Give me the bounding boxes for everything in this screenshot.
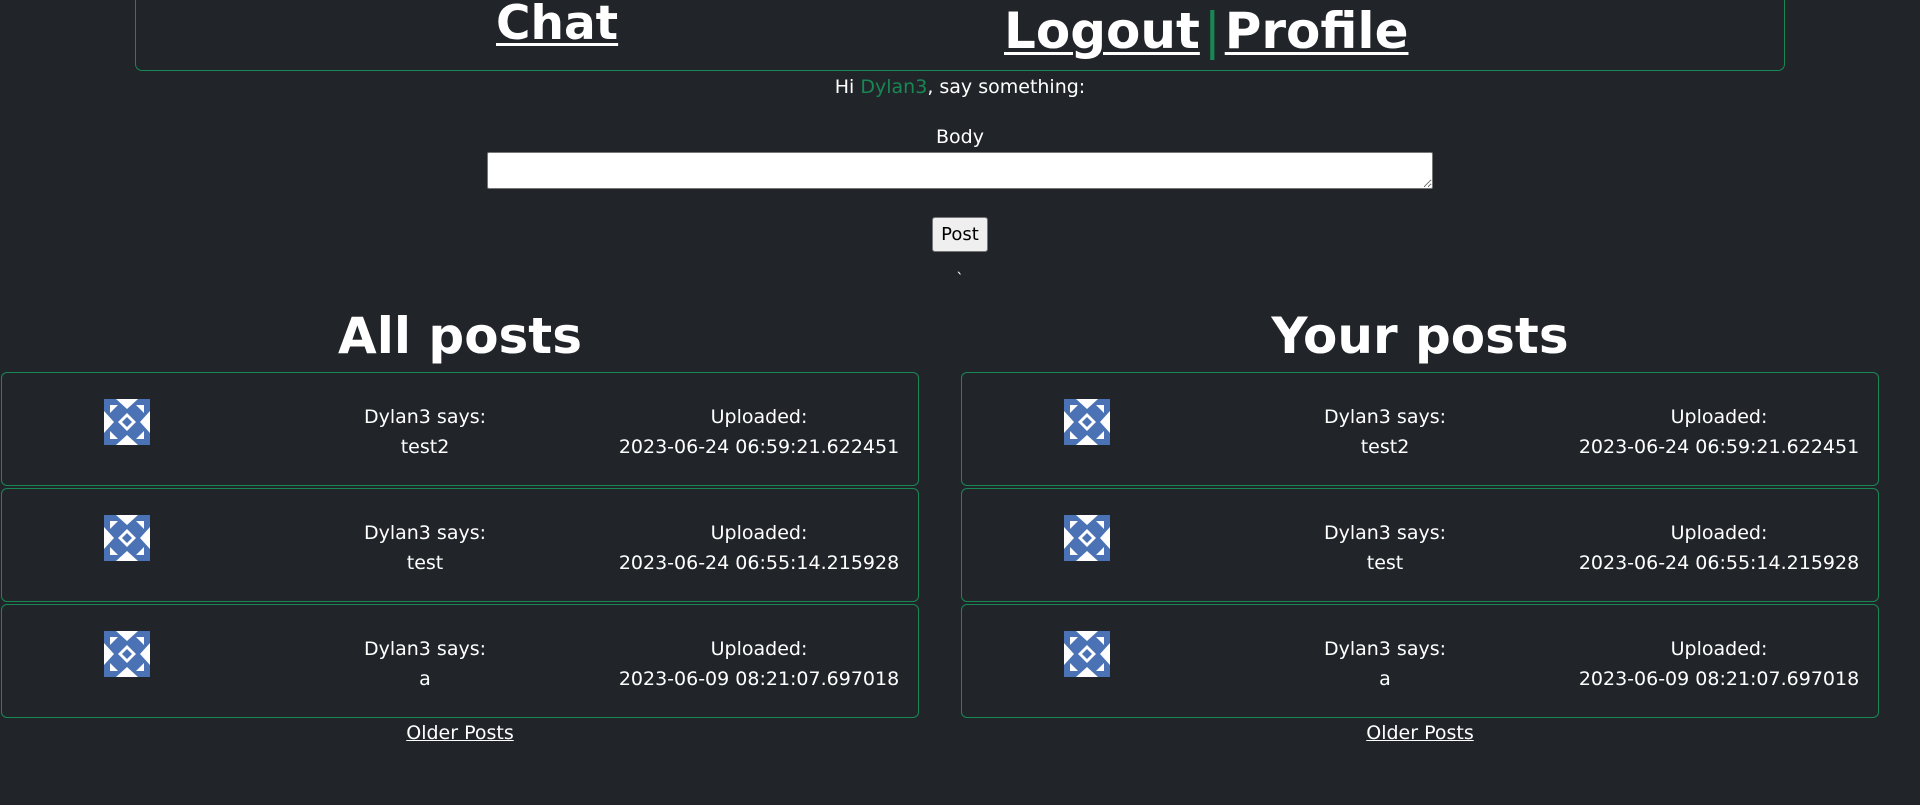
uploaded-label: Uploaded: [1670,522,1768,544]
post-body: test2 [400,436,450,458]
post-author: Dylan3 says: [363,638,487,660]
post-card: Dylan3 says: a Uploaded: 2023-06-09 08:2… [1,604,919,718]
post-uploaded: Uploaded: 2023-06-09 08:21:07.697018 [614,634,904,694]
uploaded-timestamp: 2023-06-24 06:55:14.215928 [618,552,900,574]
older-posts-link-all[interactable]: Older Posts [1,722,919,744]
uploaded-label: Uploaded: [1670,638,1768,660]
greeting: Hi Dylan3, say something: [0,76,1920,98]
post-author: Dylan3 says: [1323,406,1447,428]
uploaded-timestamp: 2023-06-24 06:59:21.622451 [1578,436,1860,458]
post-message: Dylan3 says: a [1285,634,1485,694]
post-body: test [1366,552,1404,574]
post-card: Dylan3 says: test Uploaded: 2023-06-24 0… [961,488,1879,602]
post-card: Dylan3 says: test Uploaded: 2023-06-24 0… [1,488,919,602]
nav-separator: | [1203,2,1221,60]
avatar-icon[interactable] [104,399,150,445]
post-body: test2 [1360,436,1410,458]
older-posts-link-yours[interactable]: Older Posts [961,722,1879,744]
post-uploaded: Uploaded: 2023-06-09 08:21:07.697018 [1574,634,1864,694]
uploaded-timestamp: 2023-06-24 06:59:21.622451 [618,436,900,458]
uploaded-label: Uploaded: [710,522,808,544]
all-posts-column: All posts Dylan3 says: test2 Uploaded: 2… [1,300,919,744]
nav-chat-link[interactable]: Chat [496,0,618,52]
post-uploaded: Uploaded: 2023-06-24 06:55:14.215928 [1574,518,1864,578]
post-message: Dylan3 says: a [325,634,525,694]
post-author: Dylan3 says: [363,522,487,544]
your-posts-column: Your posts Dylan3 says: test2 Uploaded: … [961,300,1879,744]
body-input[interactable] [487,152,1433,189]
post-body: test [406,552,444,574]
post-author: Dylan3 says: [1323,522,1447,544]
post-author: Dylan3 says: [1323,638,1447,660]
your-posts-heading: Your posts [1271,307,1569,365]
post-uploaded: Uploaded: 2023-06-24 06:59:21.622451 [1574,402,1864,462]
greeting-prefix: Hi [834,76,861,98]
avatar-icon[interactable] [104,515,150,561]
post-uploaded: Uploaded: 2023-06-24 06:59:21.622451 [614,402,904,462]
post-message: Dylan3 says: test2 [1285,402,1485,462]
post-card: Dylan3 says: test2 Uploaded: 2023-06-24 … [961,372,1879,486]
post-body: a [1379,668,1391,690]
stray-text: ` [956,270,964,288]
uploaded-timestamp: 2023-06-24 06:55:14.215928 [1578,552,1860,574]
nav-logout-link[interactable]: Logout [1004,1,1200,61]
greeting-username: Dylan3 [860,76,928,98]
uploaded-timestamp: 2023-06-09 08:21:07.697018 [1578,668,1860,690]
avatar-icon[interactable] [1064,399,1110,445]
post-card: Dylan3 says: test2 Uploaded: 2023-06-24 … [1,372,919,486]
post-author: Dylan3 says: [363,406,487,428]
uploaded-label: Uploaded: [710,406,808,428]
uploaded-label: Uploaded: [1670,406,1768,428]
nav-profile-link[interactable]: Profile [1225,1,1409,61]
nav-right-links: Logout | Profile [1004,1,1408,61]
greeting-suffix: , say something: [927,76,1086,98]
post-message: Dylan3 says: test [325,518,525,578]
uploaded-label: Uploaded: [710,638,808,660]
post-message: Dylan3 says: test2 [325,402,525,462]
avatar-icon[interactable] [104,631,150,677]
post-message: Dylan3 says: test [1285,518,1485,578]
all-posts-heading: All posts [338,307,582,365]
avatar-icon[interactable] [1064,631,1110,677]
post-card: Dylan3 says: a Uploaded: 2023-06-09 08:2… [961,604,1879,718]
body-label: Body [936,126,984,148]
avatar-icon[interactable] [1064,515,1110,561]
post-uploaded: Uploaded: 2023-06-24 06:55:14.215928 [614,518,904,578]
navbar: Chat Logout | Profile [135,0,1785,71]
post-body: a [419,668,431,690]
post-button[interactable]: Post [932,217,988,252]
uploaded-timestamp: 2023-06-09 08:21:07.697018 [618,668,900,690]
